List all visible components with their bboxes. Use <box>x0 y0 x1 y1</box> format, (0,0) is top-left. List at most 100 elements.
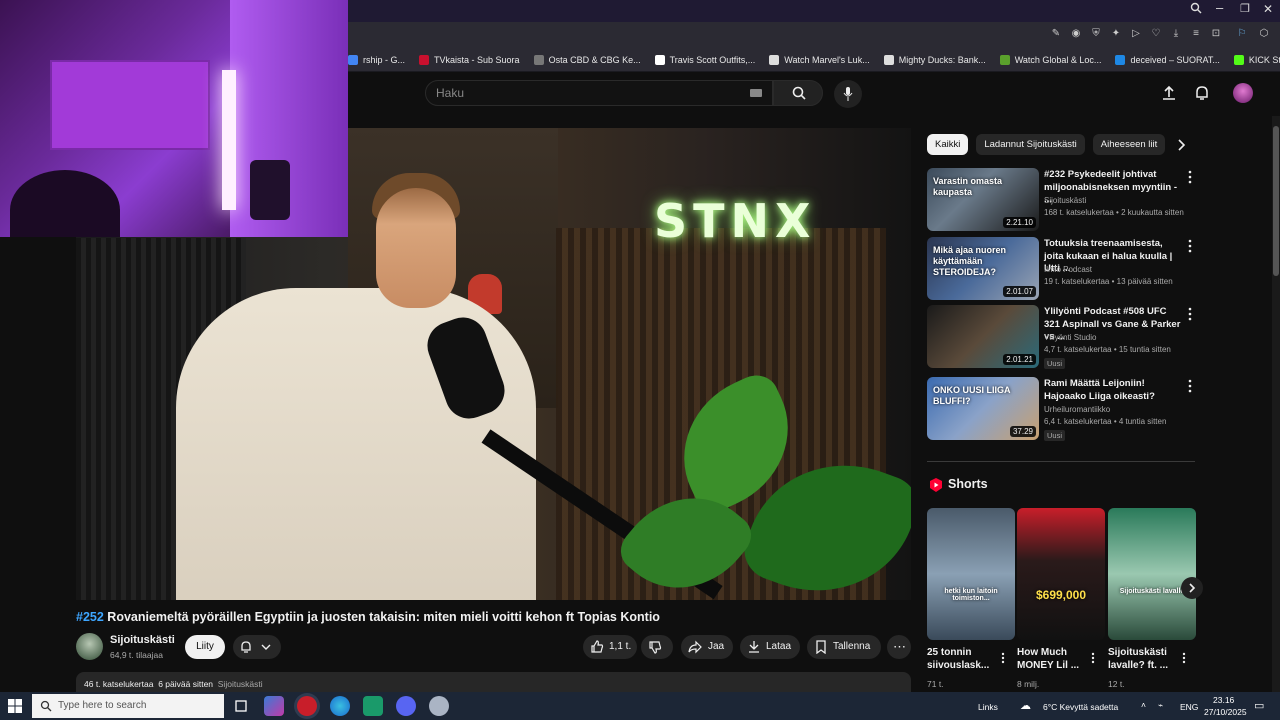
close-icon[interactable]: ✕ <box>1263 2 1273 16</box>
like-button[interactable]: 1,1 t. <box>583 635 637 659</box>
bookmark-item[interactable]: Osta CBD & CBG Ke... <box>533 54 641 65</box>
upload-icon[interactable] <box>1160 84 1178 102</box>
recommended-video[interactable]: Mikä ajaa nuoren käyttämään STEROIDEJA? 2… <box>927 237 1197 303</box>
dislike-button[interactable] <box>641 635 673 659</box>
description-box[interactable]: 46 t. katselukertaa 6 päivää sitten Sijo… <box>76 672 911 692</box>
bell-icon[interactable] <box>1193 84 1211 102</box>
weather-text[interactable]: 6°C Kevyttä sadetta <box>1043 702 1118 712</box>
filter-chip[interactable]: Aiheeseen liit <box>1092 134 1166 155</box>
thumbnail-text: Varastin omasta kaupasta <box>933 176 1003 197</box>
short-thumbnail[interactable]: hetki kun laitoin toimiston... <box>927 508 1015 640</box>
download-icon[interactable]: ⤓ <box>1170 28 1182 40</box>
short-title[interactable]: Sijoituskästi lavalle? ft. ... <box>1108 646 1180 672</box>
notifications-button[interactable] <box>233 635 281 659</box>
account-avatar[interactable] <box>1233 83 1253 103</box>
video-thumbnail[interactable]: Mikä ajaa nuoren käyttämään STEROIDEJA? 2… <box>927 237 1039 300</box>
keyboard-icon[interactable] <box>750 89 762 97</box>
short-title[interactable]: 25 tonnin siivouslask... <box>927 646 999 672</box>
minimize-icon[interactable]: – <box>1216 0 1223 15</box>
channel-name[interactable]: Sijoituskästi <box>110 634 175 646</box>
opera-icon[interactable] <box>297 696 317 716</box>
search-icon[interactable] <box>1190 2 1202 17</box>
search-button[interactable] <box>773 80 823 106</box>
recommended-video[interactable]: ONKO UUSI LIIGA BLUFFI? 37.29 Rami Määttä … <box>927 377 1197 443</box>
join-button[interactable]: Liity <box>185 635 225 659</box>
short-title[interactable]: How Much MONEY Lil ... <box>1017 646 1089 672</box>
video-thumbnail[interactable]: 2.01.21 <box>927 305 1039 368</box>
camera-icon[interactable]: ◉ <box>1070 28 1082 40</box>
extension-icon[interactable]: ✦ <box>1110 28 1122 40</box>
windows-start-icon[interactable] <box>8 699 22 713</box>
more-options-icon[interactable] <box>1187 239 1193 253</box>
bookmark-item[interactable]: Watch Global & Loc... <box>999 54 1101 65</box>
hashtag-link[interactable]: #252 <box>76 610 104 624</box>
more-options-icon[interactable] <box>1000 652 1006 664</box>
bookmark-item[interactable]: Travis Scott Outfits,... <box>654 54 756 65</box>
webcam-person <box>10 170 120 237</box>
filter-chip[interactable]: Kaikki <box>927 134 969 155</box>
more-actions-button[interactable]: ⋯ <box>887 635 911 659</box>
discord-icon[interactable] <box>396 696 416 716</box>
recommended-video[interactable]: Varastin omasta kaupasta 2.21.10 #232 Psyk… <box>927 168 1197 234</box>
app-icon[interactable] <box>429 696 449 716</box>
settings-icon[interactable]: ⬡ <box>1258 28 1270 40</box>
page-scrollbar[interactable] <box>1272 116 1280 692</box>
short-thumbnail[interactable]: Sijoituskästi lavalle <box>1108 508 1196 640</box>
channel-avatar[interactable] <box>76 633 103 660</box>
bookmark-item[interactable]: deceived – SUORAT... <box>1115 54 1220 65</box>
search-input[interactable]: Haku <box>425 80 773 106</box>
video-thumbnail[interactable]: Varastin omasta kaupasta 2.21.10 <box>927 168 1039 231</box>
taskbar-search-input[interactable]: Type here to search <box>32 694 224 718</box>
recommended-meta: 6,4 t. katselukertaa • 4 tuntia sitten <box>1044 417 1167 426</box>
bookmark-label: Travis Scott Outfits,... <box>669 54 756 65</box>
input-language[interactable]: ENG <box>1180 702 1198 712</box>
lock-icon[interactable]: ⊡ <box>1210 28 1222 40</box>
heart-icon[interactable]: ♡ <box>1150 28 1162 40</box>
recommended-video[interactable]: 2.01.21 Ylilyönti Podcast #508 UFC 321 As… <box>927 305 1197 371</box>
bookmark-item[interactable]: Watch Marvel's Luk... <box>769 54 870 65</box>
chevron-right-icon <box>1189 583 1196 593</box>
recommended-channel[interactable]: Sijoituskästi <box>1044 196 1086 205</box>
recommended-channel[interactable]: Ilmiö Podcast <box>1044 265 1092 274</box>
play-icon[interactable]: ▷ <box>1130 28 1142 40</box>
more-options-icon[interactable] <box>1090 652 1096 664</box>
chevron-right-icon[interactable] <box>1174 137 1190 153</box>
restore-icon[interactable]: ❐ <box>1240 2 1250 15</box>
tray-chevron-icon[interactable]: ˄ <box>1141 700 1146 710</box>
shorts-next-button[interactable] <box>1181 577 1203 599</box>
bookmark-item[interactable]: KICK Status Page <box>1233 54 1280 65</box>
recommended-channel[interactable]: Ylilyönti Studio <box>1044 333 1096 342</box>
scrollbar-thumb[interactable] <box>1273 126 1279 276</box>
notifications-icon[interactable]: ▭ <box>1254 699 1264 712</box>
profile-icon[interactable]: ⚐ <box>1236 28 1248 40</box>
links-toolbar[interactable]: Links <box>978 702 998 712</box>
copilot-icon[interactable] <box>264 696 284 716</box>
download-button[interactable]: Lataa <box>740 635 800 659</box>
video-thumbnail[interactable]: ONKO UUSI LIIGA BLUFFI? 37.29 <box>927 377 1039 440</box>
bookmark-item[interactable]: rship - G... <box>348 54 405 65</box>
shield-icon[interactable]: ⛨ <box>1090 28 1102 40</box>
edit-icon[interactable]: ✎ <box>1050 28 1062 40</box>
more-options-icon[interactable] <box>1187 307 1193 321</box>
clock-date[interactable]: 27/10/2025 <box>1204 707 1247 717</box>
recommended-channel[interactable]: Urheiluromantiikko <box>1044 405 1110 414</box>
more-options-icon[interactable] <box>1187 170 1193 184</box>
clock-time[interactable]: 23.16 <box>1213 695 1234 705</box>
more-options-icon[interactable] <box>1187 379 1193 393</box>
short-thumbnail[interactable]: $699,000 <box>1017 508 1105 640</box>
share-button[interactable]: Jaa <box>681 635 733 659</box>
filter-chip[interactable]: Ladannut Sijoituskästi <box>976 134 1085 155</box>
network-icon[interactable]: ⌁ <box>1158 700 1163 711</box>
menu-icon[interactable]: ≡ <box>1190 28 1202 40</box>
voice-search-button[interactable] <box>834 80 862 108</box>
save-button[interactable]: Tallenna <box>807 635 881 659</box>
description-channel[interactable]: Sijoituskästi <box>218 679 263 689</box>
bookmark-item[interactable]: Mighty Ducks: Bank... <box>883 54 986 65</box>
bookmark-item[interactable]: TVkaista - Sub Suora <box>419 54 520 65</box>
bookmarks-bar: rship - G... TVkaista - Sub Suora Osta CBD… <box>348 48 1280 72</box>
task-view-icon[interactable] <box>231 696 251 716</box>
app-icon[interactable] <box>363 696 383 716</box>
more-options-icon[interactable] <box>1181 652 1187 664</box>
recommended-title[interactable]: Rami Määttä Leijoniin! Hajoaako Liiga oi… <box>1044 378 1184 403</box>
edge-icon[interactable] <box>330 696 350 716</box>
